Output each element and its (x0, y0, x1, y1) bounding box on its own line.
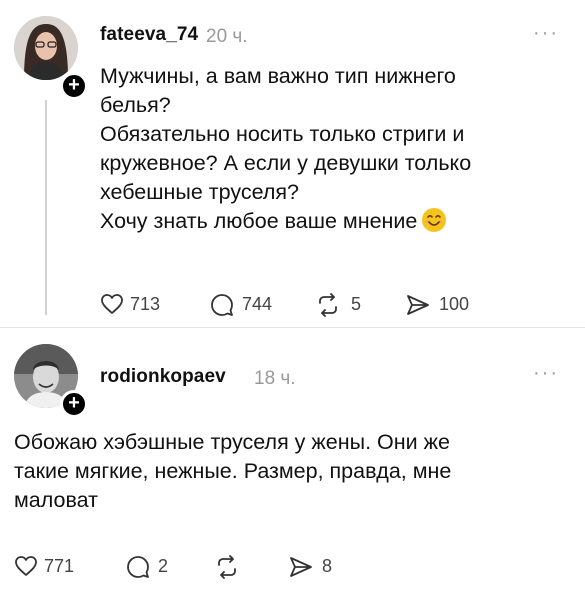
comment-icon (127, 556, 149, 578)
post-text-line: такие мягкие, нежные. Размер, правда, мн… (14, 459, 452, 483)
send-icon (290, 557, 312, 577)
post-text-line: маловат (14, 488, 98, 512)
send-icon (407, 295, 429, 315)
smiling-face-icon (421, 207, 447, 233)
heart-icon (101, 294, 123, 314)
comment-button[interactable]: 744 (210, 290, 290, 320)
heart-icon (15, 556, 37, 576)
like-button[interactable]: 771 (14, 552, 94, 582)
comment-button[interactable]: 2 (126, 552, 186, 582)
comment-count: 744 (242, 294, 273, 314)
share-count: 8 (322, 556, 333, 576)
post-actions: 713 744 5 100 (100, 290, 520, 320)
repost-button[interactable] (214, 552, 254, 582)
username[interactable]: fateeva_74 (100, 24, 198, 46)
post-text: Мужчины, а вам важно тип нижнего белья? … (100, 62, 570, 236)
timestamp: 18 ч. (254, 368, 296, 389)
like-count: 713 (130, 294, 161, 314)
repost-button[interactable]: 5 (315, 290, 375, 320)
post-2: + rodionkopaev 18 ч. ··· Обожаю хэбэшные… (0, 328, 585, 600)
share-count: 100 (439, 294, 470, 314)
post-text-line: кружевное? А если у девушки только (100, 151, 472, 175)
share-button[interactable]: 100 (405, 290, 495, 320)
post-text-line: Обожаю хэбэшные труселя у жены. Они же (14, 430, 450, 454)
timestamp: 20 ч. (206, 26, 248, 47)
post-text-line: Мужчины, а вам важно тип нижнего (100, 64, 456, 88)
follow-button[interactable]: + (60, 390, 88, 418)
repost-icon (218, 555, 236, 579)
post-text-line: Обязательно носить только стриги и (100, 122, 465, 146)
follow-button[interactable]: + (60, 72, 88, 100)
post-text-line: белья? (100, 93, 171, 117)
post-actions: 771 2 8 (14, 552, 434, 582)
like-count: 771 (44, 556, 75, 576)
comment-count: 2 (158, 556, 169, 576)
post-text: Обожаю хэбэшные труселя у жены. Они же т… (14, 428, 574, 515)
username[interactable]: rodionkopaev (100, 366, 226, 388)
share-button[interactable]: 8 (288, 552, 348, 582)
post-text-line-last: Хочу знать любое ваше мнение (100, 207, 570, 236)
more-options-icon[interactable]: ··· (533, 362, 559, 385)
post-text-line: Хочу знать любое ваше мнение (100, 209, 418, 233)
avatar-fateeva[interactable] (14, 16, 78, 80)
more-options-icon[interactable]: ··· (533, 22, 559, 45)
comment-icon (211, 294, 233, 316)
thread-line (45, 100, 47, 315)
repost-icon (319, 293, 337, 317)
post-1: + fateeva_74 20 ч. ··· Мужчины, а вам ва… (0, 0, 585, 325)
like-button[interactable]: 713 (100, 290, 180, 320)
repost-count: 5 (351, 294, 362, 314)
post-text-line: хебешные труселя? (100, 180, 299, 204)
